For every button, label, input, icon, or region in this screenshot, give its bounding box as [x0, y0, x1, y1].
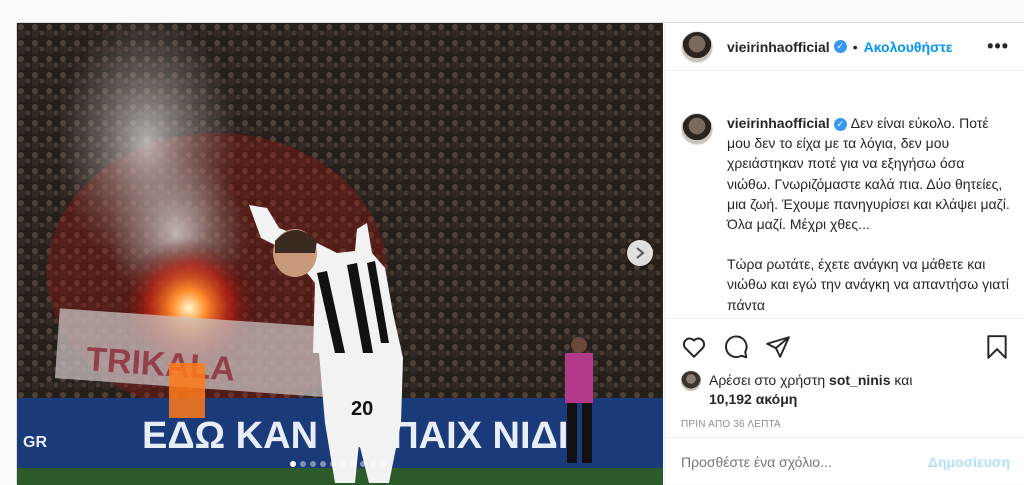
carousel-dot: [350, 461, 356, 467]
carousel-dot: [300, 461, 306, 467]
liker-username[interactable]: sot_ninis: [829, 372, 890, 388]
carousel-dot: [360, 461, 366, 467]
comment-bar: Δημοσίευση: [665, 437, 1024, 485]
follow-button[interactable]: Ακολουθήστε: [864, 39, 953, 55]
action-icons: [681, 327, 1010, 367]
carousel-dot: [330, 461, 336, 467]
post-sidebar: vieirinhaofficial ✓ • Ακολουθήστε ••• vi…: [664, 23, 1024, 485]
likes-summary: Αρέσει στο χρήστη sot_ninis και 10,192 α…: [681, 371, 1010, 409]
caption-username[interactable]: vieirinhaofficial: [727, 115, 830, 131]
post-comment-button[interactable]: Δημοσίευση: [928, 454, 1010, 470]
heart-icon[interactable]: [681, 334, 707, 360]
more-options-icon[interactable]: •••: [987, 36, 1009, 57]
caption-avatar[interactable]: [681, 113, 713, 145]
caption-text: vieirinhaofficial ✓ Δεν είναι εύκολο. Ποτ…: [727, 113, 1010, 315]
share-icon[interactable]: [765, 334, 791, 360]
carousel-dot: [320, 461, 326, 467]
carousel-dot: [310, 461, 316, 467]
likes-conj: και: [894, 372, 913, 388]
liker-avatar[interactable]: [681, 371, 701, 391]
chevron-right-icon: [636, 247, 645, 259]
caption-paragraph-1: Δεν είναι εύκολο. Ποτέ μου δεν το είχα μ…: [727, 115, 1010, 233]
carousel-dot: [370, 461, 376, 467]
post-container: TRIKALA ΕΔΩ ΚΑΝ ΤΟ ΠΑΙΧ ΝΙΔΙ GR 20: [16, 22, 1024, 485]
stadium-photo: TRIKALA ΕΔΩ ΚΑΝ ΤΟ ΠΑΙΧ ΝΙΔΙ GR 20: [17, 23, 663, 485]
actions-section: Αρέσει στο χρήστη sot_ninis και 10,192 α…: [665, 318, 1024, 430]
caption-section: vieirinhaofficial ✓ Δεν είναι εύκολο. Ποτ…: [665, 95, 1024, 315]
ad-corner-text: GR: [23, 434, 47, 451]
verified-badge-icon: ✓: [833, 40, 847, 53]
carousel-dot: [380, 461, 386, 467]
likes-prefix: Αρέσει στο χρήστη: [709, 372, 826, 388]
carousel-dot: [340, 461, 346, 467]
comment-icon[interactable]: [723, 334, 749, 360]
author-avatar[interactable]: [681, 30, 713, 63]
jersey-number: 20: [351, 398, 373, 420]
carousel-indicator: [290, 461, 386, 467]
comment-input[interactable]: [681, 453, 928, 470]
post-header: vieirinhaofficial ✓ • Ακολουθήστε •••: [665, 23, 1024, 71]
post-timestamp[interactable]: ΠΡΙΝ ΑΠΟ 36 ΛΕΠΤΑ: [681, 419, 1010, 430]
next-image-button[interactable]: [627, 240, 653, 266]
author-username[interactable]: vieirinhaofficial: [727, 39, 830, 55]
caption-paragraph-2: Τώρα ρωτάτε, έχετε ανάγκη να μάθετε και …: [727, 256, 1009, 313]
bookmark-icon[interactable]: [984, 334, 1010, 360]
verified-badge-icon: ✓: [833, 117, 847, 131]
likes-others-link[interactable]: 10,192 ακόμη: [709, 391, 797, 407]
carousel-dot: [290, 461, 296, 467]
header-separator: •: [852, 38, 858, 55]
post-photo[interactable]: TRIKALA ΕΔΩ ΚΑΝ ΤΟ ΠΑΙΧ ΝΙΔΙ GR 20: [17, 23, 663, 485]
